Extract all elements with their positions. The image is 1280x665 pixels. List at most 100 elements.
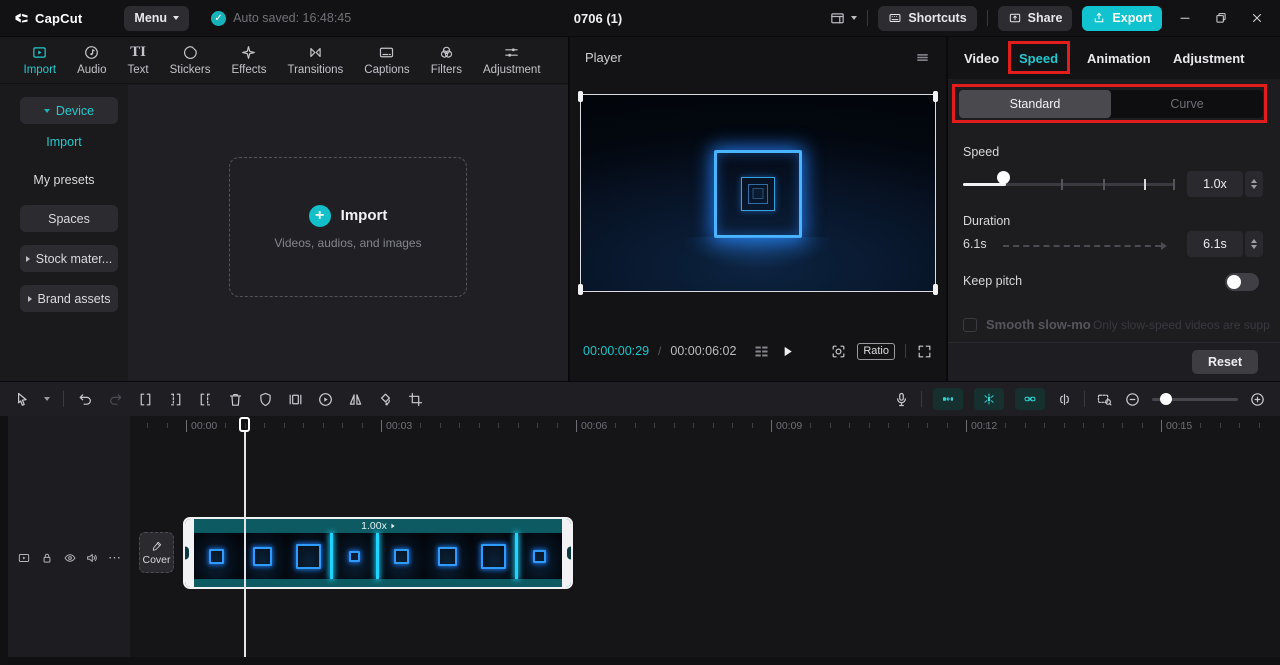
freeze-frame-button[interactable]	[287, 391, 304, 408]
zoom-out-button[interactable]	[1124, 391, 1141, 408]
auto-snap-toggle[interactable]	[933, 388, 963, 410]
step-up-icon[interactable]	[1251, 179, 1257, 183]
shortcuts-button[interactable]: Shortcuts	[878, 5, 977, 31]
segment-standard[interactable]: Standard	[959, 90, 1111, 118]
lock-track-button[interactable]	[40, 551, 54, 565]
frame-view-button[interactable]	[753, 343, 770, 360]
duration-value-input[interactable]: 6.1s	[1187, 231, 1243, 257]
selection-handle[interactable]	[578, 91, 583, 102]
timeline-scroll-area[interactable]	[8, 657, 1280, 665]
capcut-logo-icon	[15, 12, 28, 22]
timeline-zoom-slider[interactable]	[1152, 392, 1238, 405]
keep-pitch-toggle[interactable]	[1225, 273, 1259, 291]
mask-button[interactable]	[257, 391, 274, 408]
select-tool-button[interactable]	[14, 391, 31, 408]
zoom-slider-thumb[interactable]	[1160, 392, 1172, 405]
timeline[interactable]: 00:00 00:03 00:06 00:09 00:12 00:15 ⋯ Cover 1…	[0, 416, 1280, 665]
selection-handle[interactable]	[578, 284, 583, 295]
tab-stickers[interactable]: Stickers	[159, 44, 221, 76]
menu-button[interactable]: Menu	[124, 5, 190, 31]
tab-adjustment[interactable]: Adjustment	[473, 44, 552, 76]
tab-label: Adjustment	[483, 64, 541, 76]
sidebar-item-spaces[interactable]: Spaces	[20, 205, 118, 232]
minimize-button[interactable]	[1172, 5, 1198, 31]
sidebar-label: Device	[55, 103, 95, 118]
crop-button[interactable]	[407, 391, 424, 408]
sidebar-item-my-presets[interactable]: My presets	[0, 173, 128, 187]
speed-value-input[interactable]: 1.0x	[1187, 171, 1243, 197]
sidebar-item-device[interactable]: Device	[20, 97, 118, 124]
ruler-tick	[459, 423, 460, 428]
delete-left-button[interactable]	[167, 391, 184, 408]
dropzone-subtitle: Videos, audios, and images	[274, 235, 422, 250]
trim-handle-right[interactable]	[562, 519, 571, 587]
zoom-in-button[interactable]	[1249, 391, 1266, 408]
timeline-ruler[interactable]: 00:00 00:03 00:06 00:09 00:12 00:15	[130, 416, 1280, 438]
tab-captions[interactable]: Captions	[354, 44, 420, 76]
tab-video[interactable]: Video	[964, 51, 999, 66]
selection-handle[interactable]	[933, 91, 938, 102]
delete-right-button[interactable]	[197, 391, 214, 408]
show-clip-edges-button[interactable]	[1056, 391, 1073, 408]
close-button[interactable]	[1244, 5, 1270, 31]
player-menu-icon[interactable]	[914, 49, 931, 66]
delete-button[interactable]	[227, 391, 244, 408]
step-down-icon[interactable]	[1251, 245, 1257, 249]
cover-button[interactable]: Cover	[139, 532, 174, 573]
tab-adjustment-inspector[interactable]: Adjustment	[1173, 51, 1245, 66]
fullscreen-button[interactable]	[916, 343, 933, 360]
mirror-button[interactable]	[347, 391, 364, 408]
sidebar-item-import[interactable]: Import	[0, 135, 128, 149]
ruler-label: 00:09	[771, 420, 802, 432]
tab-import[interactable]: Import	[13, 44, 67, 76]
import-dropzone[interactable]: + Import Videos, audios, and images	[229, 157, 467, 297]
smooth-slowmo-checkbox[interactable]	[963, 318, 977, 332]
clip-thumbnail	[470, 533, 519, 579]
share-button[interactable]: Share	[997, 5, 1073, 31]
tab-speed[interactable]: Speed	[1019, 51, 1058, 66]
preview-quality-button[interactable]	[830, 343, 847, 360]
reset-button[interactable]: Reset	[1192, 350, 1258, 374]
playhead[interactable]	[239, 417, 250, 432]
video-preview[interactable]	[578, 91, 938, 295]
record-voiceover-button[interactable]	[893, 391, 910, 408]
timeline-settings-button[interactable]	[1096, 391, 1113, 408]
step-up-icon[interactable]	[1251, 239, 1257, 243]
clip-speed-badge[interactable]: 1.00x	[185, 519, 571, 533]
redo-button[interactable]	[107, 391, 124, 408]
zoom-out-icon	[1126, 392, 1139, 406]
sidebar-item-brand-assets[interactable]: Brand assets	[20, 285, 118, 312]
sidebar-item-stock-materials[interactable]: Stock mater...	[20, 245, 118, 272]
speed-button[interactable]	[317, 391, 334, 408]
tab-animation[interactable]: Animation	[1087, 51, 1151, 66]
ratio-button[interactable]: Ratio	[857, 342, 895, 360]
tab-text[interactable]: TI Text	[117, 44, 159, 76]
chevron-down-icon[interactable]	[44, 397, 50, 401]
rotate-button[interactable]	[377, 391, 394, 408]
selection-handle[interactable]	[933, 284, 938, 295]
tab-effects[interactable]: Effects	[221, 44, 277, 76]
main-track-magnet-toggle[interactable]	[974, 388, 1004, 410]
track-type-button[interactable]	[17, 551, 31, 565]
step-down-icon[interactable]	[1251, 185, 1257, 189]
tab-transitions[interactable]: Transitions	[277, 44, 354, 76]
video-clip[interactable]: 1.00x	[183, 517, 573, 589]
export-button[interactable]: Export	[1082, 5, 1162, 31]
tab-filters[interactable]: Filters	[420, 44, 472, 76]
undo-button[interactable]	[77, 391, 94, 408]
track-more-button[interactable]: ⋯	[108, 550, 121, 566]
duration-stepper[interactable]	[1245, 231, 1263, 257]
trim-handle-left[interactable]	[185, 519, 194, 587]
layout-button[interactable]	[829, 10, 858, 27]
speed-slider[interactable]	[963, 179, 1175, 190]
split-button[interactable]	[137, 391, 154, 408]
speed-stepper[interactable]	[1245, 171, 1263, 197]
tab-audio[interactable]: Audio	[67, 44, 117, 76]
play-button[interactable]	[779, 343, 796, 360]
restore-button[interactable]	[1208, 5, 1234, 31]
link-toggle[interactable]	[1015, 388, 1045, 410]
mute-track-button[interactable]	[85, 551, 99, 565]
speed-slider-thumb[interactable]	[997, 171, 1010, 184]
segment-curve[interactable]: Curve	[1111, 90, 1263, 118]
hide-track-button[interactable]	[63, 551, 77, 565]
